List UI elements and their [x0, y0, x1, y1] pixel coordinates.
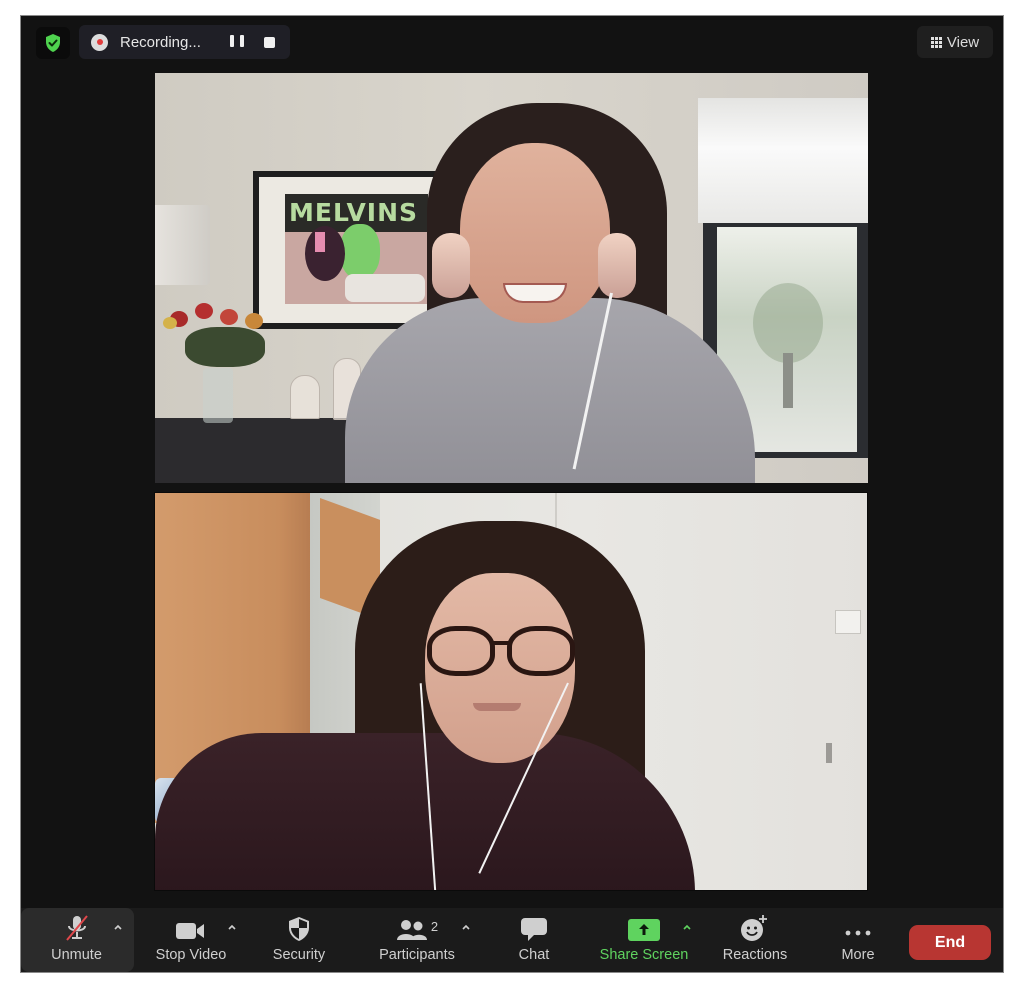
grid-view-icon [930, 36, 942, 48]
stop-recording-button[interactable] [264, 36, 275, 48]
participants-icon [396, 920, 427, 940]
glasses-left-lens [427, 626, 495, 676]
unmute-button[interactable]: Unmute [29, 908, 124, 972]
lamp-shade [155, 205, 210, 285]
microphone-muted-icon [65, 915, 88, 941]
participants-count: 2 [430, 919, 439, 934]
glasses-right-lens [507, 626, 575, 676]
audio-options-caret-icon[interactable] [113, 922, 123, 932]
more-label: More [841, 947, 875, 963]
video-tile-participant-2[interactable] [154, 492, 868, 891]
recording-indicator: Recording... [79, 25, 290, 59]
view-button[interactable]: View [917, 26, 993, 58]
reactions-button[interactable]: Reactions [716, 908, 794, 972]
chat-bubble-icon [521, 918, 547, 941]
glasses-bridge [493, 641, 509, 645]
encryption-status-button[interactable] [36, 27, 70, 59]
stop-video-label: Stop Video [155, 947, 227, 963]
shield-check-icon [46, 34, 60, 52]
participants-options-caret-icon[interactable] [461, 922, 471, 932]
chat-label: Chat [518, 947, 550, 963]
window-blind [698, 98, 868, 223]
video-camera-icon [176, 923, 204, 939]
shield-icon [289, 917, 309, 941]
door-handle [826, 743, 832, 763]
ellipsis-icon [845, 930, 871, 936]
stop-video-button[interactable]: Stop Video [149, 908, 233, 972]
light-switch [835, 610, 861, 634]
share-screen-label: Share Screen [599, 947, 689, 963]
headphone-right [598, 233, 636, 298]
headphone-left [432, 233, 470, 298]
participants-label: Participants [379, 947, 455, 963]
video-tile-participant-1[interactable]: MELVINS [155, 73, 868, 483]
security-button[interactable]: Security [263, 908, 335, 972]
security-label: Security [272, 947, 326, 963]
participants-button[interactable]: 2 Participants [371, 908, 463, 972]
chat-button[interactable]: Chat [511, 908, 557, 972]
roses [163, 303, 285, 373]
recording-label: Recording... [120, 33, 201, 51]
video-options-caret-icon[interactable] [227, 922, 237, 932]
reactions-label: Reactions [722, 947, 788, 963]
view-label: View [946, 33, 980, 51]
pause-icon-bar [240, 35, 244, 47]
share-screen-button[interactable]: Share Screen [595, 908, 693, 972]
poster-text: MELVINS [289, 198, 419, 227]
pause-icon [230, 35, 234, 47]
end-meeting-button[interactable]: End [909, 925, 991, 960]
vase [203, 368, 233, 423]
share-arrow-icon [628, 919, 660, 941]
more-button[interactable]: More [837, 908, 879, 972]
meeting-toolbar: Unmute Stop Video Security 2 Participant… [21, 908, 1003, 972]
participant-2-mouth [473, 703, 521, 711]
share-options-caret-icon[interactable] [682, 922, 692, 932]
glass-dome [290, 375, 320, 419]
emoji-add-icon [741, 915, 767, 941]
pause-recording-button[interactable] [230, 35, 244, 49]
participant-1-smile [503, 283, 567, 303]
recording-dot-icon [91, 33, 108, 51]
unmute-label: Unmute [51, 947, 102, 963]
